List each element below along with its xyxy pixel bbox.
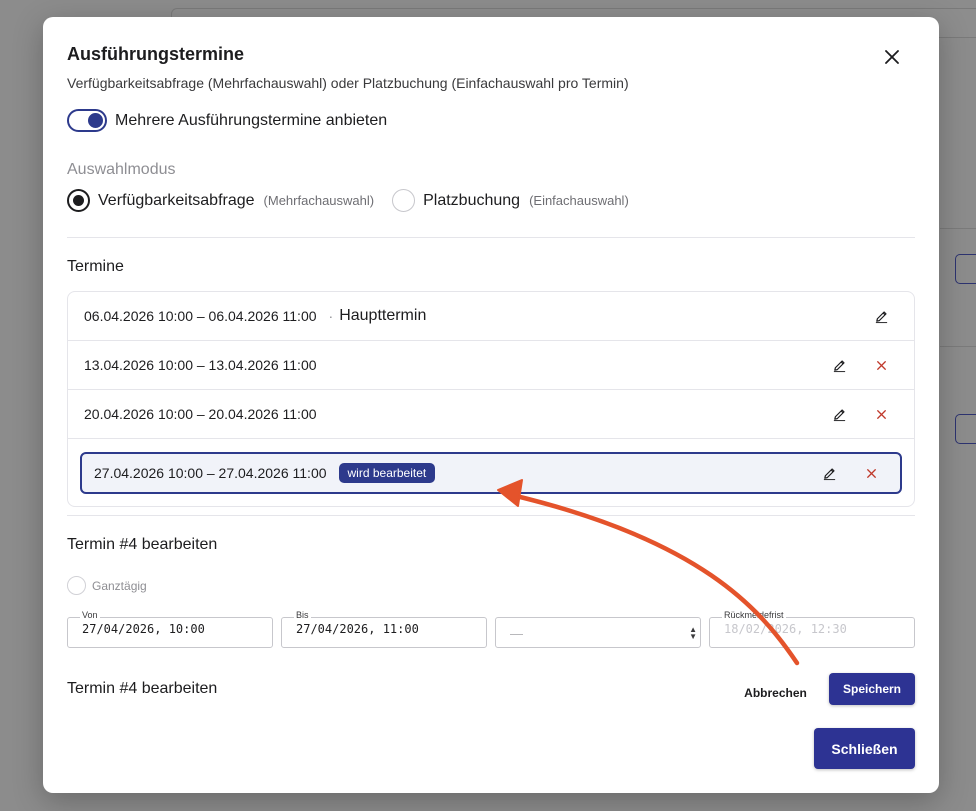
editing-badge: wird bearbeitet [338,463,436,483]
edit-icon[interactable] [820,464,838,482]
radio-availability-hint: (Mehrfachauswahl) [263,193,375,208]
to-field[interactable]: Bis 27/04/2026, 11:00 [281,610,487,648]
deadline-field[interactable]: Rückmeldefrist 18/02/2026, 12:30 [709,610,915,648]
to-value: 27/04/2026, 11:00 [296,622,419,636]
all-day-checkbox[interactable] [67,576,86,595]
deadline-label: Rückmeldefrist [722,610,786,620]
dialog-title: Ausführungstermine [67,44,245,64]
background-divider [940,346,976,347]
appointments-title: Termine [67,258,124,275]
background-button [955,254,976,284]
list-item: 13.04.2026 10:00 – 13.04.2026 11:00 [68,341,914,390]
all-day-row: Ganztägig [67,576,147,595]
radio-booking-hint: (Einfachauswahl) [529,193,629,208]
appointments-dialog: Ausführungstermine Verfügbarkeitsabfrage… [43,17,939,793]
background-button [955,414,976,444]
cancel-button[interactable]: Abbrechen [733,677,818,709]
toggle-label: Mehrere Ausführungstermine anbieten [115,111,388,129]
appointment-range: 20.04.2026 10:00 – 20.04.2026 11:00 [84,406,317,422]
radio-booking[interactable] [392,189,416,212]
close-button[interactable]: Schließen [814,728,915,769]
multiple-dates-toggle-row: Mehrere Ausführungstermine anbieten [67,109,387,132]
select-value: — [510,626,523,641]
type-select[interactable]: — ▲ ▼ [495,617,701,648]
appointments-list: 06.04.2026 10:00 – 06.04.2026 11:00 · Ha… [67,291,915,507]
appointment-range: 27.04.2026 10:00 – 27.04.2026 11:00 [94,465,327,481]
appointment-range: 06.04.2026 10:00 – 06.04.2026 11:00 [84,308,317,324]
editor-title: Termin #4 bearbeiten [67,536,218,553]
edit-icon[interactable] [872,307,890,325]
appointment-range: 13.04.2026 10:00 – 13.04.2026 11:00 [84,357,317,373]
list-item: 06.04.2026 10:00 – 06.04.2026 11:00 · Ha… [68,292,914,341]
separator: · [328,308,334,324]
delete-icon[interactable] [872,356,890,374]
selection-mode-group: Verfügbarkeitsabfrage (Mehrfachauswahl) … [67,189,629,212]
delete-icon[interactable] [862,464,880,482]
dialog-subtitle: Verfügbarkeitsabfrage (Mehrfachauswahl) … [67,75,629,91]
list-item: 20.04.2026 10:00 – 20.04.2026 11:00 [68,390,914,439]
toggle-knob [88,113,103,128]
from-field[interactable]: Von 27/04/2026, 10:00 [67,610,273,648]
save-button[interactable]: Speichern [829,673,915,705]
from-value: 27/04/2026, 10:00 [82,622,205,636]
multiple-dates-toggle[interactable] [67,109,107,132]
selection-mode-label: Auswahlmodus [67,161,176,178]
radio-availability[interactable] [67,189,90,212]
all-day-label: Ganztägig [92,578,147,593]
select-arrows-icon: ▲ ▼ [689,625,697,641]
divider [67,515,915,516]
delete-icon[interactable] [872,405,890,423]
divider [67,237,915,238]
main-appointment-tag: Haupttermin [339,307,427,324]
close-icon[interactable] [883,48,901,66]
from-label: Von [80,610,100,620]
edit-icon[interactable] [830,356,848,374]
deadline-value: 18/02/2026, 12:30 [724,622,847,636]
background-divider [940,228,976,229]
edit-icon[interactable] [830,405,848,423]
footer-title: Termin #4 bearbeiten [67,680,218,697]
radio-booking-label: Platzbuchung [423,191,521,209]
list-item-active[interactable]: 27.04.2026 10:00 – 27.04.2026 11:00 wird… [80,452,902,494]
radio-availability-label: Verfügbarkeitsabfrage [98,191,255,209]
to-label: Bis [294,610,311,620]
